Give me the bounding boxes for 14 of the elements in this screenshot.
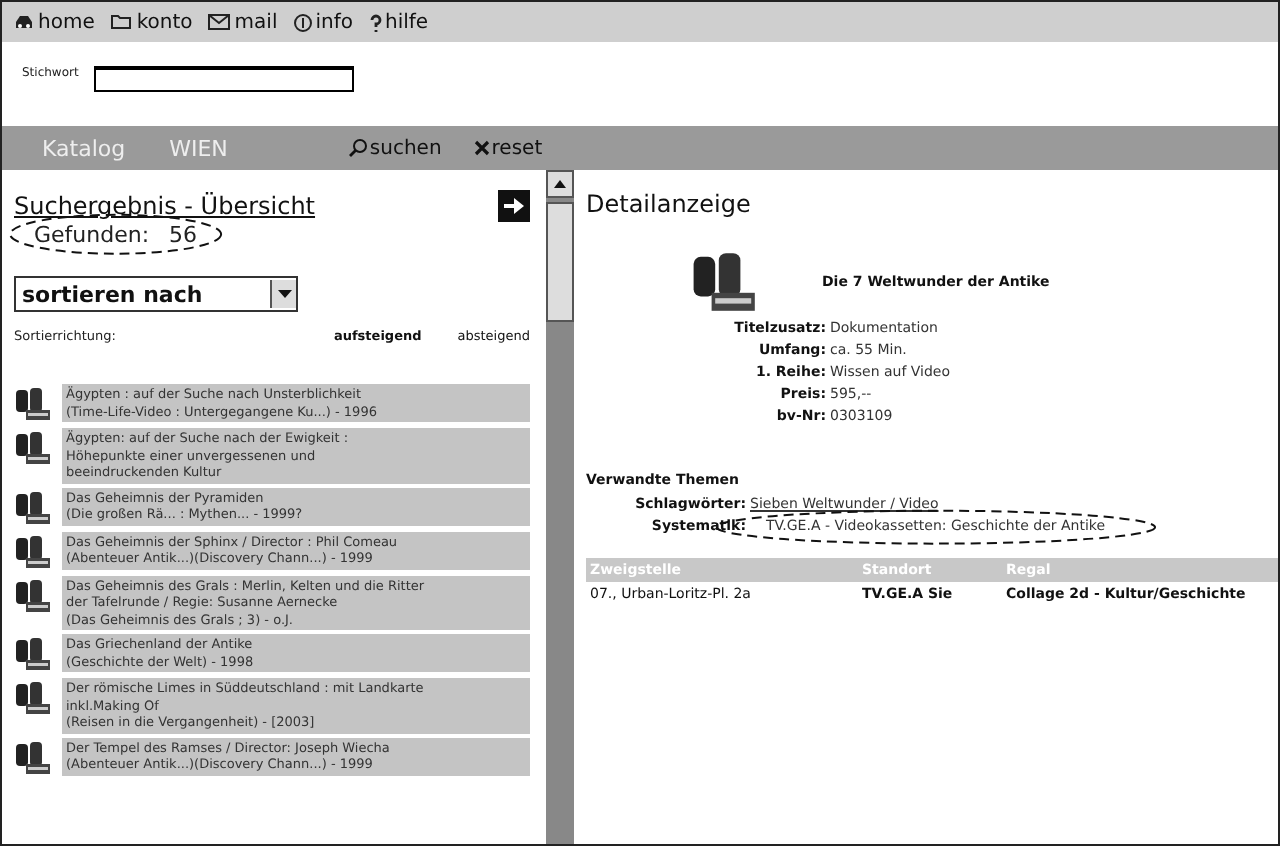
reset-button[interactable]: reset xyxy=(473,137,543,159)
location-label: WIEN xyxy=(169,135,228,161)
search-button[interactable]: suchen xyxy=(347,137,442,159)
found-count: 56 xyxy=(169,222,198,248)
nav-link[interactable]: konto xyxy=(110,11,193,33)
catalog-label: Katalog xyxy=(42,135,126,161)
results-title: Suchergebnis - Übersicht xyxy=(14,192,316,220)
found-label: Gefunden: xyxy=(34,222,150,248)
nav-link[interactable]: info xyxy=(293,11,353,33)
nav-link[interactable]: hilfe xyxy=(369,11,429,33)
sort-select[interactable]: sortieren nach xyxy=(14,276,298,312)
detail-title: Detailanzeige xyxy=(586,190,753,218)
nav-link[interactable]: home xyxy=(14,11,95,33)
nav-link[interactable]: mail xyxy=(208,11,278,33)
